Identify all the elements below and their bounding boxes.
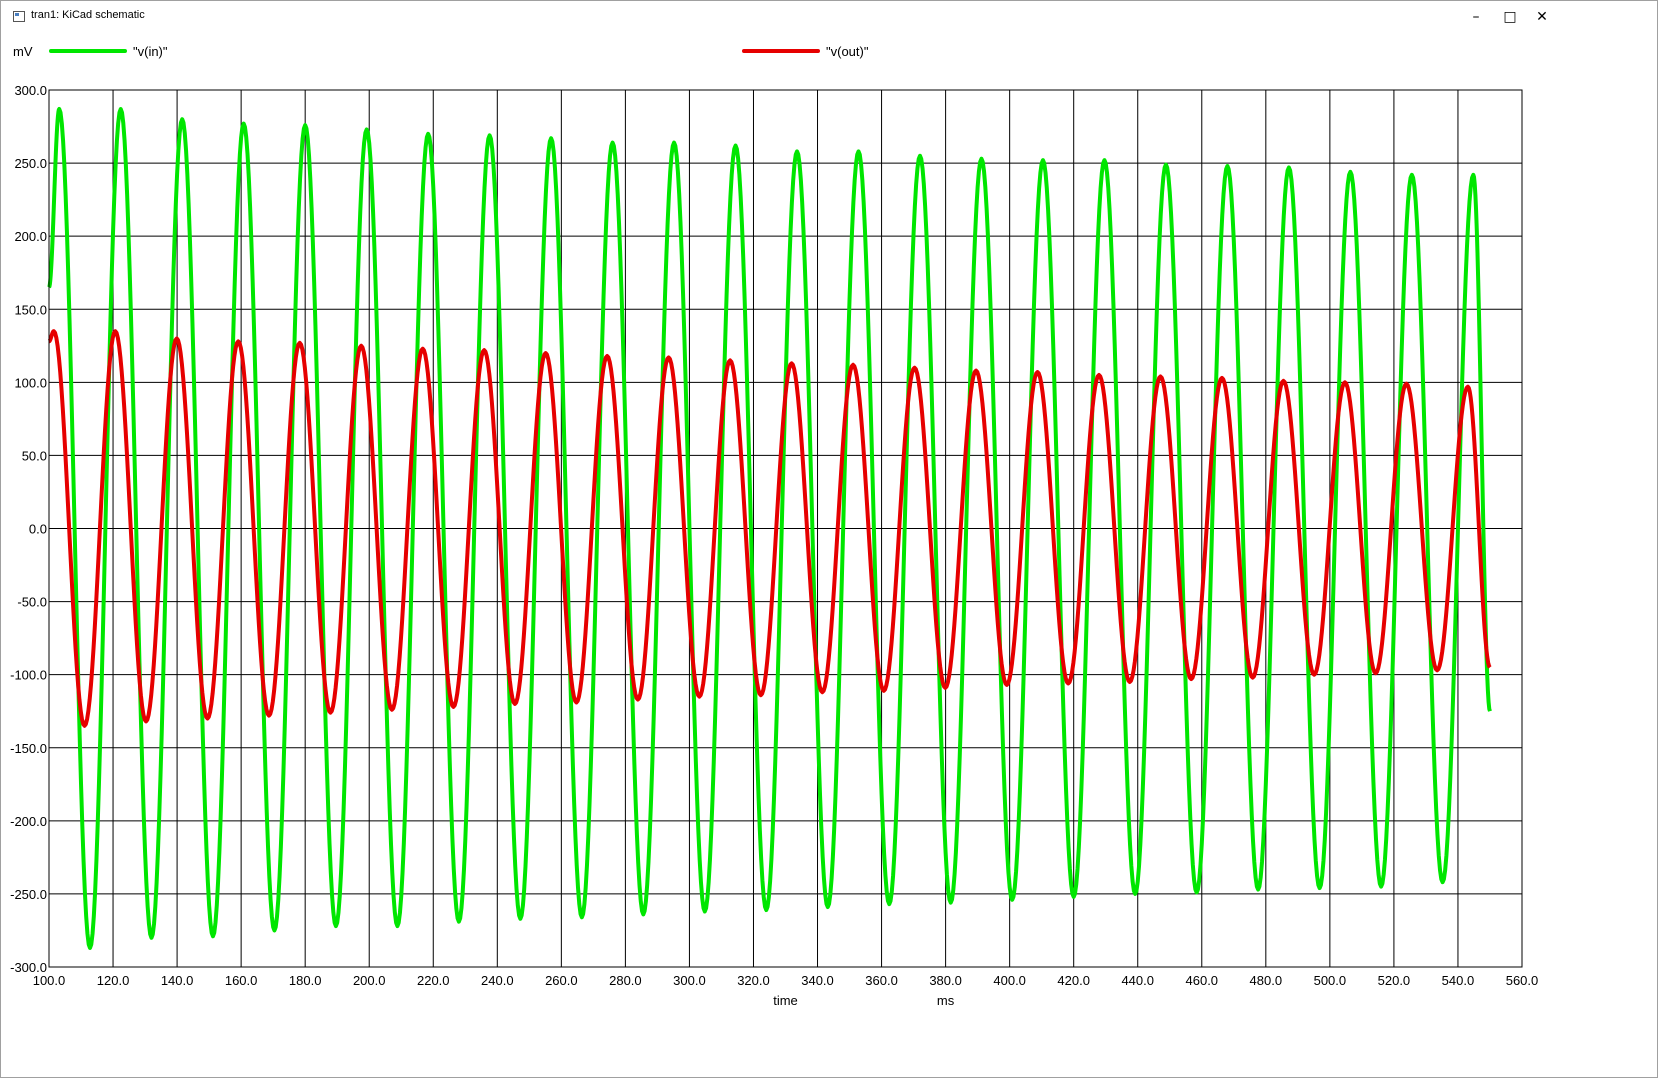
x-tick-label: 160.0 bbox=[225, 973, 258, 988]
x-tick-label: 500.0 bbox=[1314, 973, 1347, 988]
x-tick-label: 460.0 bbox=[1186, 973, 1219, 988]
x-tick-label: 380.0 bbox=[929, 973, 962, 988]
y-tick-label: -150.0 bbox=[10, 741, 47, 756]
x-tick-label: 360.0 bbox=[865, 973, 898, 988]
x-tick-label: 440.0 bbox=[1121, 973, 1154, 988]
x-tick-label: 280.0 bbox=[609, 973, 642, 988]
x-axis-label: time bbox=[773, 993, 798, 1008]
x-tick-label: 260.0 bbox=[545, 973, 578, 988]
x-tick-label: 120.0 bbox=[97, 973, 130, 988]
y-tick-label: 150.0 bbox=[14, 302, 47, 317]
y-tick-label: -250.0 bbox=[10, 887, 47, 902]
x-tick-label: 300.0 bbox=[673, 973, 706, 988]
y-tick-label: -100.0 bbox=[10, 668, 47, 683]
x-tick-label: 560.0 bbox=[1506, 973, 1539, 988]
x-tick-label: 400.0 bbox=[993, 973, 1026, 988]
y-tick-label: 200.0 bbox=[14, 229, 47, 244]
x-tick-label: 180.0 bbox=[289, 973, 322, 988]
y-tick-label: -200.0 bbox=[10, 814, 47, 829]
x-tick-label: 520.0 bbox=[1378, 973, 1411, 988]
x-axis-unit: ms bbox=[937, 993, 955, 1008]
x-tick-label: 340.0 bbox=[801, 973, 834, 988]
x-tick-label: 480.0 bbox=[1250, 973, 1283, 988]
x-axis-ticks: 100.0 120.0 140.0 160.0 180.0 200.0 220.0 240.0… bbox=[33, 973, 1539, 988]
x-tick-label: 540.0 bbox=[1442, 973, 1475, 988]
x-tick-label: 140.0 bbox=[161, 973, 194, 988]
y-tick-label: 100.0 bbox=[14, 375, 47, 390]
y-axis-ticks: 300.0 250.0 200.0 150.0 100.0 50.0 0.0 -50.0 -10… bbox=[10, 83, 47, 975]
app-window: tran1: KiCad schematic – □ ✕ mV "v(in)" … bbox=[0, 0, 1658, 1078]
y-tick-label: 250.0 bbox=[14, 156, 47, 171]
x-tick-label: 100.0 bbox=[33, 973, 66, 988]
y-tick-label: 0.0 bbox=[29, 522, 47, 537]
x-tick-label: 200.0 bbox=[353, 973, 386, 988]
plot-grid bbox=[48, 89, 1523, 968]
x-tick-label: 320.0 bbox=[737, 973, 770, 988]
y-tick-label: 50.0 bbox=[22, 448, 47, 463]
y-tick-label: 300.0 bbox=[14, 83, 47, 98]
x-tick-label: 220.0 bbox=[417, 973, 450, 988]
x-tick-label: 420.0 bbox=[1057, 973, 1090, 988]
y-tick-label: -50.0 bbox=[17, 595, 47, 610]
x-tick-label: 240.0 bbox=[481, 973, 514, 988]
transient-plot[interactable]: 300.0 250.0 200.0 150.0 100.0 50.0 0.0 -50.0 -10… bbox=[1, 1, 1657, 1077]
